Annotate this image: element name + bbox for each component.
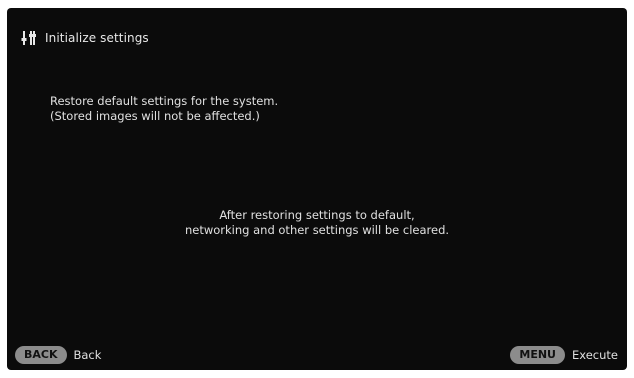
- back-button[interactable]: BACK: [15, 346, 67, 364]
- camera-screen: Initialize settings Restore default sett…: [7, 8, 627, 370]
- description-line-2: (Stored images will not be affected.): [50, 109, 260, 123]
- header: Initialize settings: [21, 30, 149, 46]
- description-line-1: Restore default settings for the system.: [50, 94, 279, 108]
- warning-notice: After restoring settings to default, net…: [7, 208, 627, 238]
- notice-line-1: After restoring settings to default,: [219, 208, 415, 222]
- execute-control[interactable]: MENU Execute: [510, 346, 618, 364]
- notice-line-2: networking and other settings will be cl…: [184, 223, 450, 237]
- back-label: Back: [73, 348, 102, 362]
- menu-button[interactable]: MENU: [510, 346, 565, 364]
- description: Restore default settings for the system.…: [50, 94, 278, 124]
- back-control[interactable]: BACK Back: [15, 346, 101, 364]
- page-title: Initialize settings: [45, 31, 149, 45]
- execute-label: Execute: [572, 348, 618, 362]
- settings-tools-icon: [21, 30, 37, 46]
